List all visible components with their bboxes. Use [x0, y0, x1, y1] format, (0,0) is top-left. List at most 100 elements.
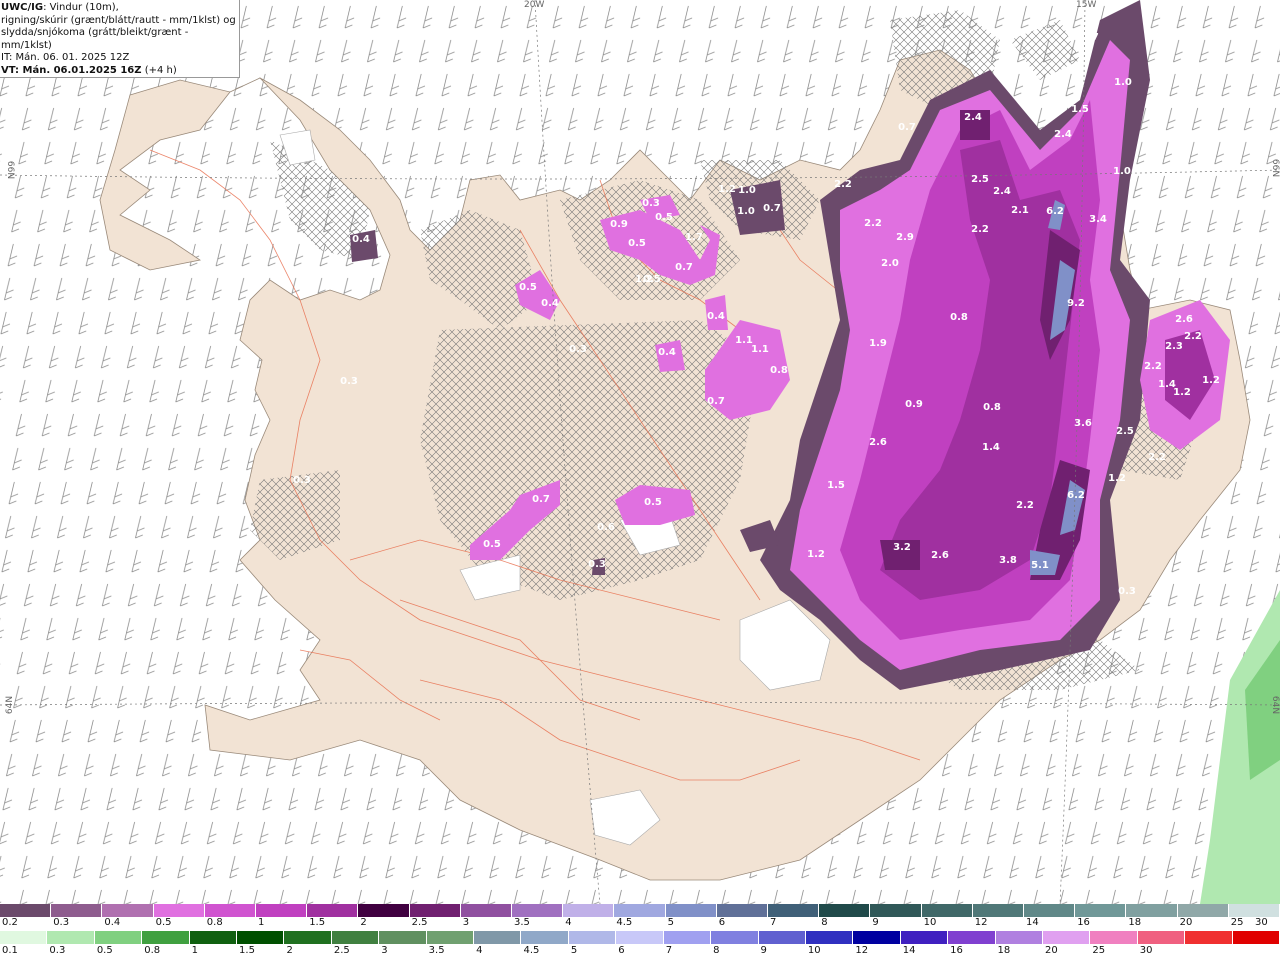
scale-swatch	[284, 931, 332, 944]
lon-label-15w: 15W	[1076, 0, 1097, 10]
scale-swatch	[1228, 904, 1280, 917]
scale-swatch	[358, 904, 410, 917]
scale-tick-label: 0.8	[206, 917, 223, 928]
precip-value-label: 1.0	[1114, 77, 1132, 88]
precip-value-label: 6.2	[1067, 490, 1085, 501]
precip-value-label: 0.5	[483, 539, 501, 550]
precip-value-label: 0.4	[352, 234, 370, 245]
precip-value-label: 0.8	[983, 402, 1001, 413]
scale-tick-label: 1.5	[309, 917, 326, 928]
scale-swatch	[189, 931, 238, 944]
precip-value-label: 0.5	[643, 274, 661, 285]
precip-value-label: 0.3	[293, 475, 311, 486]
scale-swatch	[768, 904, 820, 917]
scale-swatch	[1090, 931, 1138, 944]
scale-swatch	[711, 931, 759, 944]
scale-swatch	[870, 904, 922, 917]
scale-tick-label: 30	[1255, 917, 1268, 928]
precip-value-label: 2.1	[1011, 205, 1029, 216]
snow-color-scale	[0, 904, 1280, 917]
precip-value-label: 0.3	[1118, 586, 1136, 597]
precip-value-label: 0.4	[707, 311, 725, 322]
scale-tick-label: 14	[1026, 917, 1039, 928]
scale-swatch	[665, 904, 717, 917]
precip-value-label: 0.3	[569, 344, 587, 355]
scale-swatch	[521, 931, 569, 944]
precip-value-label: 0.9	[905, 399, 923, 410]
scale-tick-label: 8	[713, 945, 720, 956]
precip-value-label: 2.2	[864, 218, 882, 229]
precip-value-label: 1.0	[737, 206, 755, 217]
scale-swatch	[716, 904, 769, 917]
scale-swatch	[102, 904, 154, 917]
precip-value-label: 2.9	[896, 232, 914, 243]
lat-label-66n-left: 66N	[5, 160, 16, 180]
scale-tick-label: 9	[872, 917, 879, 928]
scale-tick-label: 4.5	[616, 917, 633, 928]
scale-tick-label: 5	[570, 945, 578, 956]
scale-tick-label: 7	[770, 917, 777, 928]
precip-value-label: 1.2	[807, 549, 825, 560]
rain-scale-ticks: 0.1 0.3 0.5 0.8 1 1.5 2 2.5 3 3.5 4 4.5 5 6 7 8 9 10 12 14 1…	[0, 945, 1280, 958]
scale-tick-label: 1	[191, 945, 198, 956]
precip-value-label: 0.5	[644, 497, 662, 508]
precip-value-label: 0.3	[642, 198, 660, 209]
scale-swatch	[1126, 904, 1178, 917]
scale-tick-label: 7	[665, 945, 673, 956]
precip-value-label: 1.2	[718, 184, 736, 195]
scale-swatch	[142, 931, 190, 944]
scale-swatch	[331, 931, 380, 944]
scale-tick-label: 18	[1128, 917, 1142, 928]
precip-value-label: 2.3	[1165, 341, 1183, 352]
precip-value-label: 3.4	[1089, 214, 1107, 225]
scale-tick-label: 20	[1044, 945, 1058, 956]
precip-value-label: 2.5	[1116, 426, 1134, 437]
scale-swatch	[0, 931, 48, 944]
precip-value-label: 2.2	[1184, 331, 1202, 342]
scale-swatch	[663, 931, 712, 944]
scale-swatch	[379, 931, 427, 944]
scale-tick-label: 5	[667, 917, 674, 928]
scale-tick-label: 25	[1230, 917, 1244, 928]
scale-swatch	[307, 904, 359, 917]
precip-value-label: 2.6	[931, 550, 949, 561]
model-name: UWC/IG	[1, 2, 44, 13]
precip-value-label: 0.4	[541, 298, 559, 309]
precip-value-label: 1.2	[1108, 473, 1126, 484]
scale-swatch	[47, 931, 95, 944]
scale-swatch	[995, 931, 1043, 944]
scale-swatch	[972, 904, 1025, 917]
scale-swatch	[568, 931, 617, 944]
scale-swatch	[1042, 931, 1091, 944]
lat-label-64n-right: 64N	[1270, 695, 1280, 715]
scale-tick-label: 0.2	[2, 917, 18, 928]
precip-value-label: 0.3	[588, 559, 606, 570]
precip-value-label: 0.7	[898, 122, 916, 133]
precip-value-label: 1.0	[1113, 166, 1131, 177]
scale-swatch	[921, 904, 973, 917]
precip-value-label: 1.2	[1173, 387, 1191, 398]
precip-value-label: 0.7	[675, 262, 693, 273]
rain-color-scale	[0, 931, 1280, 944]
scale-swatch	[1232, 931, 1280, 944]
scale-swatch	[204, 904, 257, 917]
precip-value-label: 6.2	[1046, 206, 1064, 217]
precip-value-label: 0.5	[655, 212, 673, 223]
precip-value-label: 2.4	[993, 186, 1011, 197]
scale-swatch	[460, 904, 513, 917]
scale-swatch	[1137, 931, 1186, 944]
scale-tick-label: 8	[821, 917, 828, 928]
scale-swatch	[948, 931, 996, 944]
precip-value-label: 0.4	[658, 347, 676, 358]
precip-value-label: 2.2	[1144, 361, 1162, 372]
scale-tick-label: 12	[855, 945, 869, 956]
scale-tick-label: 2	[360, 917, 367, 928]
precip-value-label: 9.2	[1067, 298, 1085, 309]
lon-label-20w: 20W	[524, 0, 545, 10]
scale-tick-label: 25	[1092, 945, 1106, 956]
scale-tick-label: 10	[923, 917, 937, 928]
issue-time: IT: Mán. 06. 01. 2025 12Z	[1, 52, 130, 63]
scale-tick-label: 4	[565, 917, 572, 928]
scale-swatch	[426, 931, 475, 944]
precip-value-label: 0.7	[532, 494, 550, 505]
